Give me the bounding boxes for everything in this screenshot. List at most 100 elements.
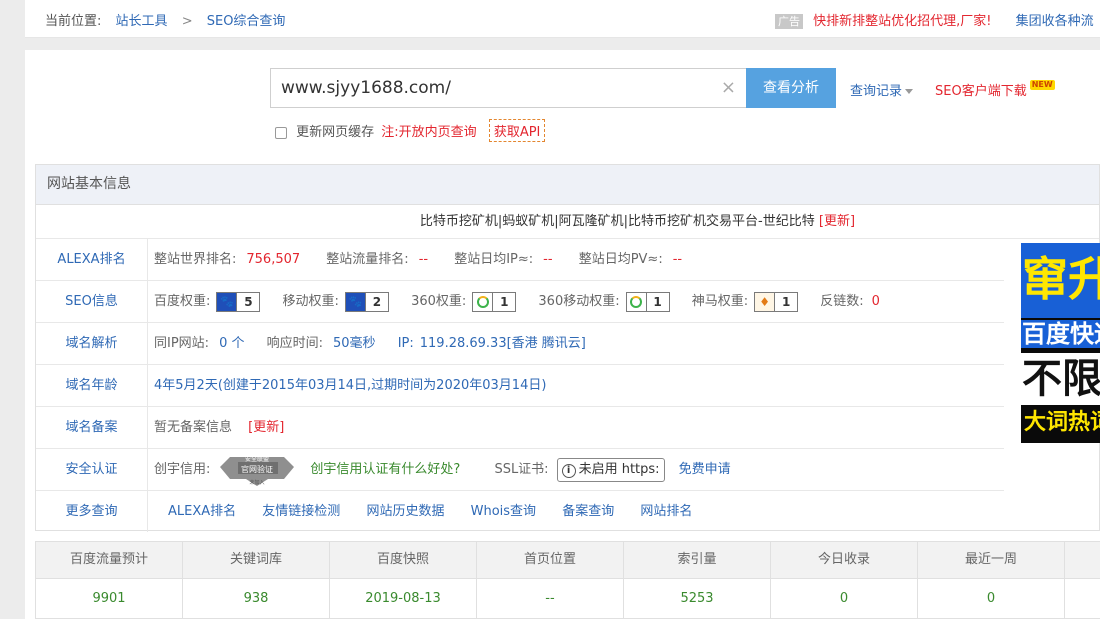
seo-row-content: 百度权重: 🐾 5 移动权重: 🐾 2 360权重: 1 360移动权重: 1 神马权重: ♦… bbox=[154, 281, 902, 322]
alexa-row-label[interactable]: ALEXA排名 bbox=[36, 239, 148, 280]
stats-value-row: 9901 938 2019-08-13 -- 5253 0 0 bbox=[36, 579, 1100, 619]
search-area: × 查看分析 查询记录 SEO客户端下载NEW 更新网页缓存 注:开放内页查询 … bbox=[25, 50, 1100, 154]
inner-page-note: 注:开放内页查询 bbox=[381, 125, 477, 140]
icp-content: 暂无备案信息 [更新] bbox=[154, 407, 284, 448]
stats-header: 最近一周 bbox=[918, 542, 1065, 578]
icp-update-link[interactable]: [更新] bbox=[248, 420, 284, 435]
banner-line-2: 百度快速 bbox=[1021, 318, 1100, 348]
more-link-icp[interactable]: 备案查询 bbox=[562, 504, 614, 519]
ssl-status: 未启用 https: bbox=[578, 461, 660, 477]
daily-pv-value: -- bbox=[672, 252, 683, 267]
response-time-label: 响应时间: bbox=[266, 336, 323, 351]
seo-client-download-link[interactable]: SEO客户端下载 NEW bbox=[935, 80, 1055, 99]
query-history-dropdown[interactable]: 查询记录 bbox=[850, 80, 914, 99]
daily-ip-value: -- bbox=[543, 252, 553, 267]
stats-value[interactable]: 938 bbox=[183, 579, 330, 619]
dns-row: 域名解析 同IP网站: 0 个 响应时间: 50毫秒 IP: 119.28.69.33… bbox=[36, 323, 1004, 365]
banner-line-3: 不限 bbox=[1021, 353, 1100, 405]
site-title: 比特币挖矿机|蚂蚁矿机|阿瓦隆矿机|比特币挖矿机交易平台-世纪比特 bbox=[419, 214, 815, 229]
ad-tag: 广告 bbox=[775, 14, 803, 29]
clear-icon[interactable]: × bbox=[721, 77, 736, 98]
daily-ip-label: 整站日均IP≈: bbox=[454, 252, 534, 267]
weight-360-badge[interactable]: 1 bbox=[472, 291, 517, 312]
dns-row-label[interactable]: 域名解析 bbox=[36, 323, 148, 364]
domain-age-value: 4年5月2天(创建于2015年03月14日,过期时间为2020年03月14日) bbox=[154, 378, 547, 393]
ssl-status-box: i 未启用 https: bbox=[556, 457, 665, 482]
more-queries-label[interactable]: 更多查询 bbox=[36, 491, 148, 532]
banner-line-1: 窜升 bbox=[1021, 243, 1100, 318]
stats-value[interactable]: 5253 bbox=[624, 579, 771, 619]
mobile-360-weight-badge[interactable]: 1 bbox=[625, 291, 670, 312]
site-title-update-link[interactable]: [更新] bbox=[819, 214, 855, 229]
seo-row-label[interactable]: SEO信息 bbox=[36, 281, 148, 322]
credit-benefit-link[interactable]: 创宇信用认证有什么好处? bbox=[310, 462, 460, 477]
icp-row: 域名备案 暂无备案信息 [更新] bbox=[36, 407, 1004, 449]
more-link-friend-links[interactable]: 友情链接检测 bbox=[262, 504, 340, 519]
response-time-value: 50毫秒 bbox=[333, 336, 376, 351]
mobile-weight-badge[interactable]: 🐾 2 bbox=[344, 291, 389, 312]
credit-label: 创宇信用: bbox=[154, 462, 211, 477]
more-link-alexa[interactable]: ALEXA排名 bbox=[168, 504, 236, 519]
baidu-weight-value: 5 bbox=[244, 294, 253, 309]
query-history-label: 查询记录 bbox=[850, 84, 903, 99]
security-row: 安全认证 创宇信用: 安全联盟 官网验证 未加入 创宇信用认证有什么好处? SSL证书:… bbox=[36, 449, 1004, 491]
seo-client-label: SEO客户端下载 bbox=[935, 84, 1027, 99]
official-verify-badge[interactable]: 安全联盟 官网验证 未加入 bbox=[216, 453, 298, 487]
more-link-rank[interactable]: 网站排名 bbox=[640, 504, 692, 519]
side-ad-banner[interactable]: 窜升 百度快速 不限 大词热词 bbox=[1021, 243, 1100, 443]
alexa-row: ALEXA排名 整站世界排名: 756,507 整站流量排名: -- 整站日均IP≈… bbox=[36, 239, 1004, 281]
top-ad: 广告 快排新排整站优化招代理,厂家! 集团收各种流 bbox=[775, 10, 1094, 29]
mobile-weight-value: 2 bbox=[372, 294, 382, 309]
banner-line-4: 大词热词 bbox=[1021, 405, 1100, 443]
security-content: 创宇信用: 安全联盟 官网验证 未加入 创宇信用认证有什么好处? SSL证书: i 未启用 … bbox=[154, 449, 731, 490]
breadcrumb-link-seo[interactable]: SEO综合查询 bbox=[207, 14, 286, 29]
breadcrumb-link-tools[interactable]: 站长工具 bbox=[116, 14, 168, 29]
get-api-button[interactable]: 获取API bbox=[488, 119, 546, 142]
refresh-cache-checkbox[interactable] bbox=[275, 126, 287, 139]
icp-label[interactable]: 域名备案 bbox=[36, 407, 148, 448]
backlinks-label: 反链数: bbox=[820, 294, 864, 309]
chevron-down-icon bbox=[905, 89, 914, 94]
ip-value[interactable]: 119.28.69.33[香港 腾讯云] bbox=[420, 336, 586, 351]
same-ip-value[interactable]: 0 个 bbox=[219, 336, 244, 351]
svg-text:安全联盟: 安全联盟 bbox=[245, 455, 269, 463]
breadcrumb: 当前位置: 站长工具 > SEO综合查询 bbox=[45, 10, 285, 29]
verify-shield-icon: 安全联盟官网验证未加入 bbox=[220, 455, 295, 486]
360-ring-icon bbox=[626, 292, 647, 311]
domain-age-content: 4年5月2天(创建于2015年03月14日,过期时间为2020年03月14日) bbox=[154, 365, 546, 406]
svg-text:官网验证: 官网验证 bbox=[241, 464, 273, 474]
stats-value[interactable]: -- bbox=[477, 579, 624, 619]
shenma-weight-badge[interactable]: ♦ 1 bbox=[754, 291, 799, 312]
stats-header: 首页位置 bbox=[477, 542, 624, 578]
free-apply-link[interactable]: 免费申请 bbox=[679, 462, 731, 477]
stats-value[interactable]: 0 bbox=[771, 579, 918, 619]
domain-age-row: 域名年龄 4年5月2天(创建于2015年03月14日,过期时间为2020年03月… bbox=[36, 365, 1004, 407]
shenma-weight-value: 1 bbox=[781, 294, 791, 309]
more-link-history[interactable]: 网站历史数据 bbox=[366, 504, 444, 519]
more-link-whois[interactable]: Whois查询 bbox=[471, 504, 536, 519]
shenma-horse-icon: ♦ bbox=[755, 292, 776, 311]
security-label[interactable]: 安全认证 bbox=[36, 449, 148, 490]
basic-info-panel: 网站基本信息 比特币挖矿机|蚂蚁矿机|阿瓦隆矿机|比特币挖矿机交易平台-世纪比特… bbox=[35, 164, 1100, 533]
360-ring-icon bbox=[473, 292, 494, 311]
more-queries-row: 更多查询 ALEXA排名 友情链接检测 网站历史数据 Whois查询 备案查询 … bbox=[36, 491, 1099, 533]
stats-header: 百度流量预计 bbox=[36, 542, 183, 578]
ad-link-agent[interactable]: 快排新排整站优化招代理,厂家! bbox=[813, 14, 991, 29]
stats-value[interactable]: 2019-08-13 bbox=[330, 579, 477, 619]
shenma-weight-label: 神马权重: bbox=[691, 294, 749, 309]
world-rank-value[interactable]: 756,507 bbox=[246, 252, 300, 267]
domain-age-label[interactable]: 域名年龄 bbox=[36, 365, 148, 406]
more-queries-links: ALEXA排名 友情链接检测 网站历史数据 Whois查询 备案查询 网站排名 bbox=[168, 491, 714, 532]
ad-link-group[interactable]: 集团收各种流 bbox=[1016, 14, 1094, 29]
backlinks-value[interactable]: 0 bbox=[872, 294, 880, 309]
daily-pv-label: 整站日均PV≈: bbox=[578, 252, 663, 267]
stats-header-row: 百度流量预计 关键词库 百度快照 首页位置 索引量 今日收录 最近一周 bbox=[36, 542, 1100, 579]
stats-value[interactable]: 0 bbox=[918, 579, 1065, 619]
domain-search-input[interactable] bbox=[281, 78, 701, 98]
breadcrumb-separator: > bbox=[181, 14, 193, 29]
stats-value[interactable]: 9901 bbox=[36, 579, 183, 619]
panel-title: 网站基本信息 bbox=[36, 165, 1099, 205]
analyze-button[interactable]: 查看分析 bbox=[746, 68, 836, 108]
weight-360-value: 1 bbox=[500, 294, 509, 309]
baidu-weight-badge[interactable]: 🐾 5 bbox=[216, 291, 261, 312]
